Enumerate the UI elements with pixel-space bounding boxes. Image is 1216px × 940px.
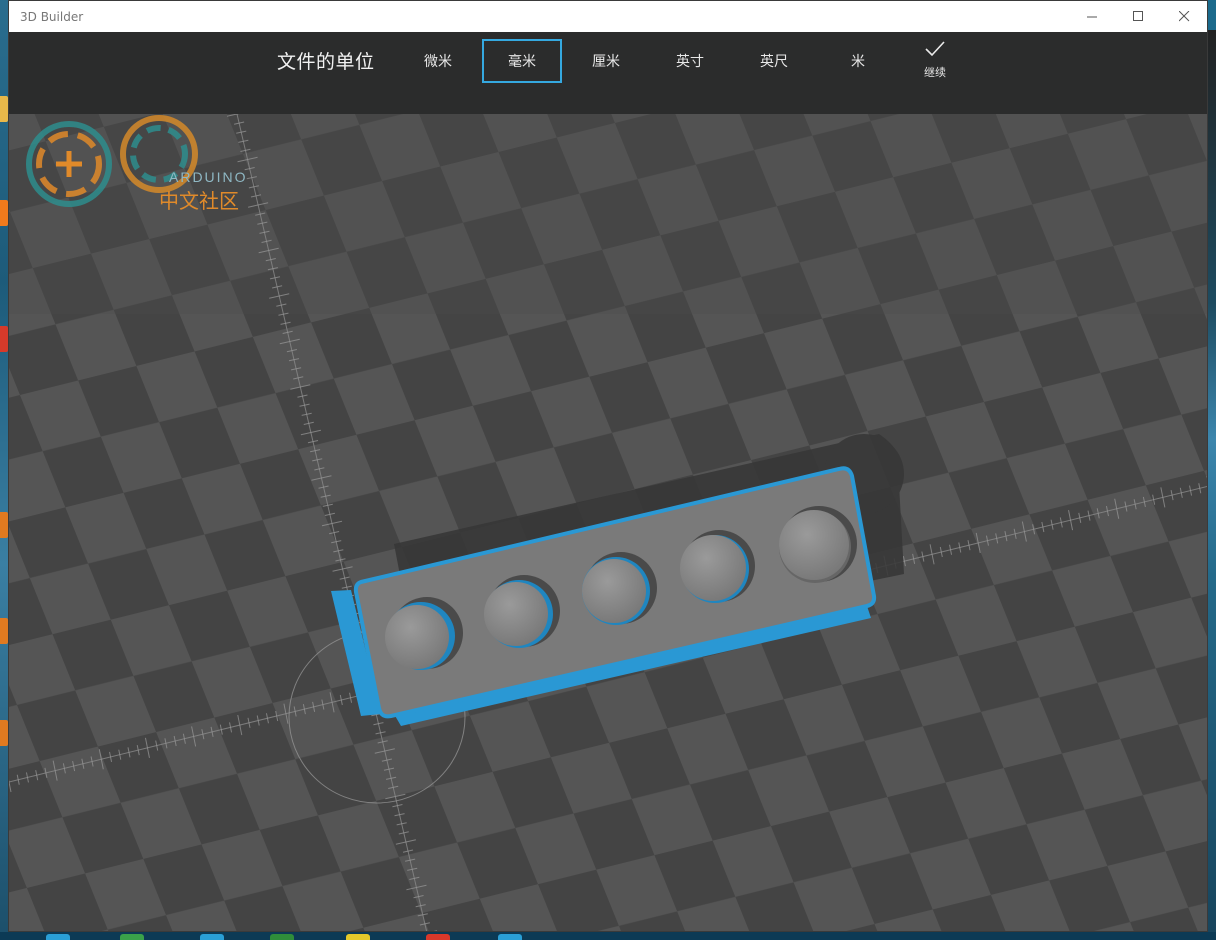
- window-title: 3D Builder: [20, 9, 84, 24]
- desktop-icon[interactable]: [0, 618, 8, 644]
- unit-option-centimeter[interactable]: 厘米: [566, 39, 646, 83]
- continue-label: 继续: [924, 66, 946, 79]
- scene-canvas: [9, 114, 1207, 931]
- taskbar: [0, 932, 1216, 940]
- maximize-icon: [1132, 11, 1143, 21]
- axis-tick: [1206, 476, 1207, 479]
- taskbar-icon[interactable]: [200, 934, 224, 940]
- taskbar-icon[interactable]: [498, 934, 522, 940]
- unit-option-label: 米: [851, 54, 865, 70]
- desktop-icon[interactable]: [0, 720, 8, 746]
- unit-selection-bar: 文件的单位 微米 毫米 厘米 英寸 英尺 米 继续: [9, 32, 1207, 114]
- desktop-icon[interactable]: [0, 512, 8, 538]
- maximize-button[interactable]: [1115, 1, 1161, 32]
- window-controls: [1069, 1, 1207, 32]
- unit-option-micrometer[interactable]: 微米: [398, 39, 478, 83]
- continue-button[interactable]: 继续: [915, 40, 955, 90]
- close-button[interactable]: [1161, 1, 1207, 32]
- desktop-icon[interactable]: [0, 96, 8, 122]
- taskbar-icon[interactable]: [270, 934, 294, 940]
- taskbar-icon[interactable]: [346, 934, 370, 940]
- unit-option-label: 英寸: [676, 54, 704, 70]
- taskbar-icon[interactable]: [120, 934, 144, 940]
- close-icon: [1178, 11, 1189, 22]
- desktop-icon[interactable]: [0, 200, 8, 226]
- minimize-button[interactable]: [1069, 1, 1115, 32]
- unit-option-label: 英尺: [760, 54, 788, 70]
- title-bar[interactable]: 3D Builder: [9, 1, 1207, 32]
- unit-option-meter[interactable]: 米: [818, 39, 898, 83]
- taskbar-icon[interactable]: [426, 934, 450, 940]
- desktop-right-strip: [1208, 30, 1216, 940]
- checkmark-icon: [925, 41, 945, 57]
- app-window: 3D Builder 文件的单位 微米 毫米 厘米 英寸 英尺 米 继续 ARD…: [8, 0, 1208, 932]
- unit-option-label: 微米: [424, 54, 452, 70]
- unit-option-label: 厘米: [592, 54, 620, 70]
- unit-option-label: 毫米: [508, 54, 536, 70]
- unit-option-inch[interactable]: 英寸: [650, 39, 730, 83]
- unit-option-millimeter[interactable]: 毫米: [482, 39, 562, 83]
- desktop-left-strip: [0, 0, 8, 940]
- unit-heading: 文件的单位: [277, 51, 375, 73]
- desktop-icon[interactable]: [0, 326, 8, 352]
- taskbar-icon[interactable]: [46, 934, 70, 940]
- minimize-icon: [1086, 16, 1097, 18]
- 3d-viewport[interactable]: ARDUINO 中文社区: [9, 114, 1207, 931]
- unit-option-foot[interactable]: 英尺: [734, 39, 814, 83]
